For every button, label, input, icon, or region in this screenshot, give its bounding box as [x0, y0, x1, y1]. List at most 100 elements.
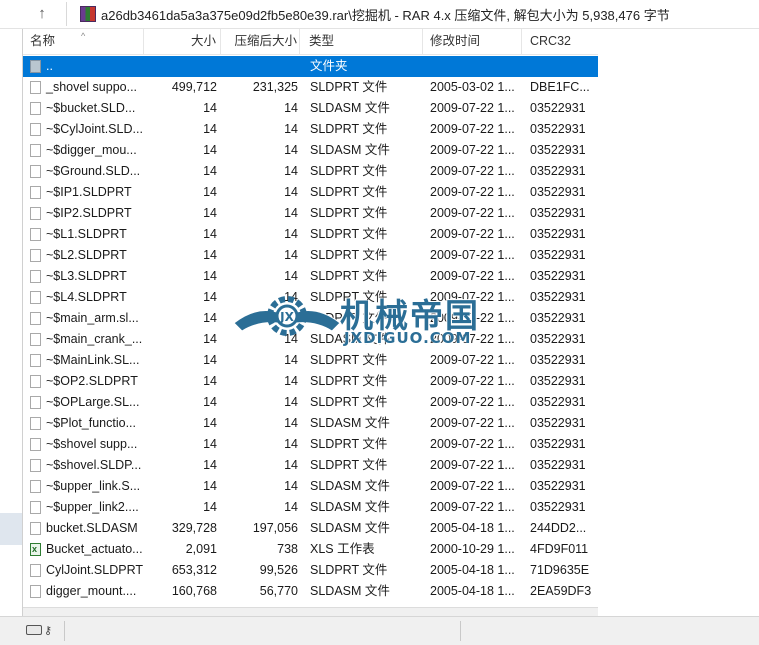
file-size: 14 [203, 332, 217, 346]
file-row[interactable]: ~$L1.SLDPRT 14 14 SLDPRT 文件 2009-07-22 1... 0… [23, 224, 598, 245]
file-row[interactable]: CylJoint.SLDPRT 653,312 99,526 SLDPRT 文件 200… [23, 560, 598, 581]
file-packed-size: 14 [284, 395, 298, 409]
file-row[interactable]: ~$L3.SLDPRT 14 14 SLDPRT 文件 2009-07-22 1... 0… [23, 266, 598, 287]
column-header-row: ^ 名称 大小 压缩后大小 类型 修改时间 CRC32 [23, 29, 598, 55]
file-name: ~$L2.SLDPRT [46, 248, 127, 262]
file-row[interactable]: ~$digger_mou... 14 14 SLDASM 文件 2009-07-22 1… [23, 140, 598, 161]
file-size: 14 [203, 164, 217, 178]
column-header-type[interactable]: 类型 [300, 29, 423, 54]
archive-path[interactable]: a26db3461da5a3a375e09d2fb5e80e39.rar\挖掘机… [101, 5, 670, 24]
file-crc32: 03522931 [530, 416, 586, 430]
file-type: SLDPRT 文件 [310, 353, 388, 367]
up-arrow-icon[interactable]: ↑ [30, 3, 54, 23]
file-row[interactable]: ~$OP2.SLDPRT 14 14 SLDPRT 文件 2009-07-22 1...… [23, 371, 598, 392]
file-row[interactable]: ~$main_arm.sl... 14 14 SLDPRT 文件 2009-07-22 … [23, 308, 598, 329]
file-packed-size: 99,526 [259, 563, 298, 577]
file-row[interactable]: ~$main_crank_... 14 14 SLDASM 文件 2009-07-22 … [23, 329, 598, 350]
file-modified: 2009-07-22 1... [430, 122, 515, 136]
file-size: 653,312 [171, 563, 217, 577]
status-bar: ⚷ [0, 616, 759, 645]
file-row[interactable]: ~$L4.SLDPRT 14 14 SLDPRT 文件 2009-07-22 1... 0… [23, 287, 598, 308]
file-packed-size: 14 [284, 353, 298, 367]
file-type: 文件夹 [310, 59, 348, 73]
file-crc32: 03522931 [530, 332, 586, 346]
column-header-name[interactable]: ^ 名称 [23, 29, 144, 54]
file-crc32: 03522931 [530, 437, 586, 451]
navigation-pane [0, 29, 22, 616]
file-modified: 2009-07-22 1... [430, 206, 515, 220]
file-name: CylJoint.SLDPRT [46, 563, 144, 577]
file-row[interactable]: _shovel suppo... 499,712 231,325 SLDPRT 文件 2… [23, 77, 598, 98]
file-type: SLDPRT 文件 [310, 122, 388, 136]
file-type: SLDASM 文件 [310, 521, 390, 535]
file-row[interactable]: ~$MainLink.SL... 14 14 SLDPRT 文件 2009-07-22 … [23, 350, 598, 371]
file-row[interactable]: ~$upper_link2.... 14 14 SLDASM 文件 2009-07-22… [23, 497, 598, 518]
file-packed-size: 197,056 [252, 521, 298, 535]
file-type: XLS 工作表 [310, 542, 375, 556]
file-crc32: 03522931 [530, 269, 586, 283]
file-packed-size: 14 [284, 437, 298, 451]
file-crc32: 03522931 [530, 290, 586, 304]
file-modified: 2009-07-22 1... [430, 248, 515, 262]
file-packed-size: 14 [284, 164, 298, 178]
file-row[interactable]: ~$OPLarge.SL... 14 14 SLDPRT 文件 2009-07-22 1… [23, 392, 598, 413]
sort-caret-icon: ^ [81, 31, 86, 41]
file-type: SLDPRT 文件 [310, 269, 388, 283]
file-name: ~$main_crank_... [46, 332, 143, 346]
file-crc32 [530, 56, 598, 77]
file-modified: 2009-07-22 1... [430, 458, 515, 472]
key-icon[interactable]: ⚷ [44, 624, 52, 637]
file-name: ~$L4.SLDPRT [46, 290, 127, 304]
file-type: SLDPRT 文件 [310, 437, 388, 451]
file-crc32: 03522931 [530, 479, 586, 493]
file-modified: 2009-07-22 1... [430, 395, 515, 409]
column-header-packed-size[interactable]: 压缩后大小 [221, 29, 300, 54]
file-name: ~$IP2.SLDPRT [46, 206, 132, 220]
file-name: ~$upper_link.S... [46, 479, 141, 493]
file-type: SLDPRT 文件 [310, 311, 388, 325]
file-size: 14 [203, 122, 217, 136]
file-packed-size [221, 56, 300, 77]
status-divider [64, 621, 65, 641]
file-crc32: DBE1FC... [530, 80, 590, 94]
file-size: 14 [203, 269, 217, 283]
nav-item-highlight[interactable] [0, 513, 22, 545]
file-row[interactable]: ~$Ground.SLD... 14 14 SLDPRT 文件 2009-07-22 1… [23, 161, 598, 182]
file-crc32: 03522931 [530, 185, 586, 199]
file-type: SLDASM 文件 [310, 101, 390, 115]
file-row[interactable]: ~$shovel supp... 14 14 SLDPRT 文件 2009-07-22 … [23, 434, 598, 455]
file-size: 14 [203, 374, 217, 388]
file-packed-size: 14 [284, 206, 298, 220]
file-name: ~$MainLink.SL... [46, 353, 140, 367]
file-modified: 2009-07-22 1... [430, 437, 515, 451]
file-name: ~$OPLarge.SL... [46, 395, 140, 409]
file-name: ~$Ground.SLD... [46, 164, 141, 178]
file-type: SLDASM 文件 [310, 332, 390, 346]
file-row[interactable]: ~$IP1.SLDPRT 14 14 SLDPRT 文件 2009-07-22 1...… [23, 182, 598, 203]
file-type: SLDPRT 文件 [310, 563, 388, 577]
file-packed-size: 14 [284, 479, 298, 493]
file-row[interactable]: bucket.SLDASM 329,728 197,056 SLDASM 文件 2005… [23, 518, 598, 539]
file-row[interactable]: ~$shovel.SLDP... 14 14 SLDPRT 文件 2009-07-22 … [23, 455, 598, 476]
parent-folder-row[interactable]: .. 文件夹 [23, 56, 598, 77]
file-row[interactable]: digger_mount.... 160,768 56,770 SLDASM 文件 20… [23, 581, 598, 602]
column-header-size[interactable]: 大小 [144, 29, 221, 54]
column-header-crc32[interactable]: CRC32 [522, 29, 598, 54]
file-modified: 2009-07-22 1... [430, 269, 515, 283]
file-crc32: 03522931 [530, 395, 586, 409]
file-row[interactable]: ~$L2.SLDPRT 14 14 SLDPRT 文件 2009-07-22 1... 0… [23, 245, 598, 266]
file-row[interactable]: ~$upper_link.S... 14 14 SLDASM 文件 2009-07-22… [23, 476, 598, 497]
file-row[interactable]: ~$IP2.SLDPRT 14 14 SLDPRT 文件 2009-07-22 1...… [23, 203, 598, 224]
file-crc32: 4FD9F011 [530, 542, 589, 556]
file-row[interactable]: ~$CylJoint.SLD... 14 14 SLDPRT 文件 2009-07-22… [23, 119, 598, 140]
file-modified: 2005-03-02 1... [430, 80, 515, 94]
column-header-modified[interactable]: 修改时间 [423, 29, 522, 54]
file-name: bucket.SLDASM [46, 521, 138, 535]
file-name: ~$digger_mou... [46, 143, 137, 157]
file-row[interactable]: ~$bucket.SLD... 14 14 SLDASM 文件 2009-07-22 1… [23, 98, 598, 119]
file-modified: 2009-07-22 1... [430, 227, 515, 241]
file-row[interactable]: ~$Plot_functio... 14 14 SLDASM 文件 2009-07-22… [23, 413, 598, 434]
drive-icon[interactable] [26, 625, 42, 635]
file-row[interactable]: Bucket_actuato... 2,091 738 XLS 工作表 2000-10-… [23, 539, 598, 560]
file-packed-size: 231,325 [252, 80, 298, 94]
